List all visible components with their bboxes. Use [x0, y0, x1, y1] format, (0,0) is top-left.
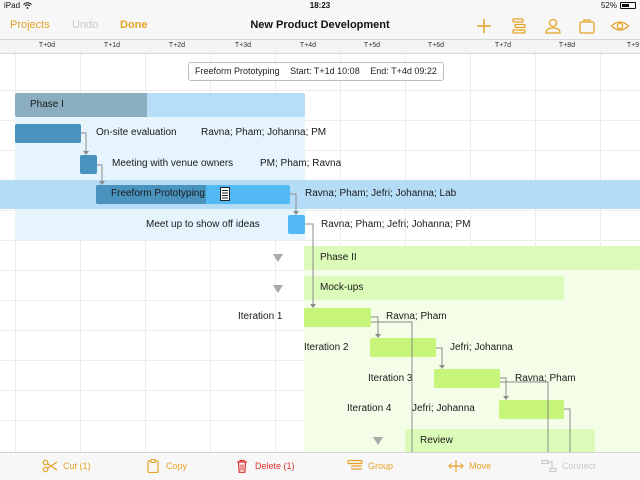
status-right: 52%	[601, 1, 636, 10]
copy-button[interactable]: Copy	[145, 459, 187, 473]
task-label-meeting: Meeting with venue owners	[112, 158, 234, 169]
connect-label: Connect	[562, 461, 596, 471]
outline-icon[interactable]	[509, 17, 529, 35]
battery-percent: 52%	[600, 1, 617, 10]
info-end: End: T+4d 09:22	[370, 66, 437, 76]
move-button[interactable]: Move	[448, 459, 491, 473]
move-label: Move	[469, 461, 492, 471]
view-icon[interactable]	[610, 17, 630, 35]
task-bar-iteration-3[interactable]	[434, 369, 500, 388]
group-button[interactable]: Group	[347, 459, 393, 473]
task-resources-iteration-2: Jefri; Johanna	[450, 342, 513, 353]
bottom-toolbar: Cut (1) Copy Delete (1) Group Move Conne…	[0, 452, 640, 480]
info-task-name: Freeform Prototyping	[195, 66, 280, 76]
connect-icon	[541, 459, 557, 473]
task-label-freeform-prototyping: Freeform Prototyping	[111, 188, 205, 199]
connect-button[interactable]: Connect	[541, 459, 596, 473]
timeline-tick: T+4d	[299, 42, 317, 49]
task-label-iteration-2: Iteration 2	[304, 342, 349, 353]
done-button[interactable]: Done	[120, 19, 148, 31]
task-resources-onsite-evaluation: Ravna; Pham; Johanna; PM	[201, 127, 327, 138]
move-arrows-icon	[448, 460, 464, 472]
note-icon[interactable]	[220, 187, 230, 201]
task-label-meetup: Meet up to show off ideas	[146, 219, 260, 230]
undo-button[interactable]: Undo	[72, 19, 98, 31]
cut-label: Cut (1)	[63, 461, 91, 471]
task-label-iteration-4: Iteration 4	[347, 403, 392, 414]
trash-icon	[237, 459, 247, 473]
inspector-icon[interactable]	[577, 17, 597, 35]
timeline-tick: T+3d	[234, 42, 252, 49]
timeline-tick: T+8d	[558, 42, 576, 49]
status-time: 18:23	[309, 1, 331, 10]
collapse-triangle-icon[interactable]	[273, 285, 283, 293]
task-resources-iteration-3: Ravna; Pham	[515, 373, 576, 384]
battery-icon	[620, 2, 636, 9]
timeline-tick: T+9	[626, 42, 640, 49]
timeline-tick: T+5d	[363, 42, 381, 49]
info-start: Start: T+1d 10:08	[290, 66, 360, 76]
timeline-tick: T+1d	[103, 42, 121, 49]
mockups-label: Mock-ups	[320, 282, 364, 293]
task-resources-iteration-1: Ravna; Pham	[386, 311, 447, 322]
task-resources-freeform-prototyping: Ravna; Pham; Jefri; Johanna; Lab	[305, 188, 457, 199]
status-bar: iPad 18:23 52%	[0, 0, 640, 12]
task-label-onsite-evaluation: On-site evaluation	[96, 127, 177, 138]
task-bar-iteration-2[interactable]	[370, 338, 436, 357]
scissors-icon	[42, 459, 58, 473]
task-resources-meeting: PM; Pham; Ravna	[260, 158, 342, 169]
collapse-triangle-icon[interactable]	[373, 437, 383, 445]
timeline-tick: T+0d	[38, 42, 56, 49]
grid-line	[0, 90, 640, 91]
timeline-tick: T+6d	[427, 42, 445, 49]
delete-label: Delete (1)	[255, 461, 295, 471]
timeline-header: T+0d T+1d T+2d T+3d T+4d T+5d T+6d T+7d …	[0, 40, 640, 54]
task-bar-iteration-4[interactable]	[499, 400, 564, 419]
copy-label: Copy	[166, 461, 188, 471]
top-toolbar: Projects Undo Done New Product Developme…	[0, 12, 640, 40]
task-resources-iteration-4: Jefri; Johanna	[412, 403, 475, 414]
timeline-tick: T+2d	[168, 42, 186, 49]
grid-line	[0, 240, 640, 241]
task-bar-onsite-evaluation[interactable]	[15, 124, 81, 143]
task-bar-meeting[interactable]	[80, 155, 97, 174]
timeline-tick: T+7d	[494, 42, 512, 49]
task-label-iteration-3: Iteration 3	[368, 373, 413, 384]
group-label: Group	[368, 461, 394, 471]
task-bar-iteration-1[interactable]	[304, 308, 371, 327]
task-info-box: Freeform Prototyping Start: T+1d 10:08 E…	[188, 62, 444, 81]
gantt-chart: Freeform Prototyping Start: T+1d 10:08 E…	[0, 54, 640, 452]
delete-button[interactable]: Delete (1)	[234, 459, 295, 473]
task-label-iteration-1: Iteration 1	[238, 311, 283, 322]
task-resources-meetup: Ravna; Pham; Jefri; Johanna; PM	[321, 219, 471, 230]
phase-1-label: Phase I	[30, 99, 64, 110]
resource-icon[interactable]	[543, 17, 563, 35]
phase-2-label: Phase II	[320, 252, 357, 263]
task-bar-meetup[interactable]	[288, 215, 305, 234]
cut-button[interactable]: Cut (1)	[42, 459, 91, 473]
projects-button[interactable]: Projects	[10, 19, 50, 31]
group-icon	[347, 459, 363, 470]
clipboard-icon	[147, 459, 159, 473]
add-icon[interactable]	[474, 17, 494, 35]
collapse-triangle-icon[interactable]	[273, 254, 283, 262]
review-label: Review	[420, 435, 453, 446]
